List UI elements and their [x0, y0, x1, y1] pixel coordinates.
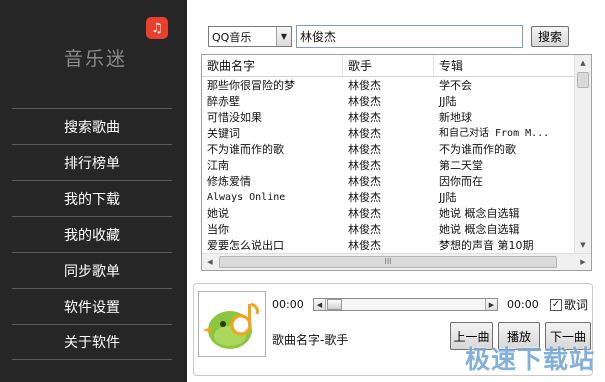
- search-button[interactable]: 搜索: [531, 26, 569, 47]
- sidebar-item-settings[interactable]: 软件设置: [12, 288, 172, 324]
- table-row[interactable]: Always Online 林俊杰 JJ陆: [202, 190, 576, 206]
- album-cell: JJ陆: [439, 95, 457, 108]
- sidebar-item-search[interactable]: 搜索歌曲: [12, 108, 172, 144]
- results-rows: 那些你很冒险的梦 林俊杰 学不会 醉赤壁 林俊杰 JJ陆 可惜没如果 林俊杰 新地球 关键词…: [202, 78, 576, 254]
- artist-cell: 林俊杰: [348, 159, 381, 172]
- chevron-down-icon[interactable]: ▼: [276, 27, 291, 46]
- search-row: QQ音乐 ▼ 搜索: [208, 25, 573, 48]
- table-row[interactable]: 关键词 林俊杰 和自己对话 From M...: [202, 126, 576, 142]
- results-list: 歌曲名字 歌手 专辑 那些你很冒险的梦 林俊杰 学不会 醉赤壁 林俊杰 JJ陆 可惜没如…: [201, 54, 592, 271]
- artist-cell: 林俊杰: [348, 175, 381, 188]
- table-row[interactable]: 那些你很冒险的梦 林俊杰 学不会: [202, 78, 576, 94]
- horizontal-scroll-thumb[interactable]: III: [219, 256, 557, 268]
- table-row[interactable]: 当你 林俊杰 她说 概念自选辑: [202, 222, 576, 238]
- artist-cell: 林俊杰: [348, 143, 381, 156]
- artist-cell: 林俊杰: [348, 191, 381, 204]
- music-note-icon: ♫: [146, 17, 168, 39]
- table-row[interactable]: 不为谁而作的歌 林俊杰 不为谁而作的歌: [202, 142, 576, 158]
- scroll-right-icon[interactable]: ▶: [575, 254, 591, 270]
- song-cell: 那些你很冒险的梦: [207, 79, 295, 92]
- scroll-left-icon[interactable]: ◀: [202, 254, 218, 270]
- bird-music-icon: [198, 291, 266, 357]
- song-cell: 修炼爱情: [207, 175, 251, 188]
- table-row[interactable]: 修炼爱情 林俊杰 因你而在: [202, 174, 576, 190]
- scroll-up-icon[interactable]: ▲: [575, 55, 591, 71]
- album-cell: 学不会: [439, 79, 472, 92]
- progress-slider[interactable]: ◀ ▶: [313, 298, 498, 311]
- table-row[interactable]: 她说 林俊杰 她说 概念自选辑: [202, 206, 576, 222]
- lyrics-label: 歌词: [564, 298, 589, 312]
- horizontal-scrollbar[interactable]: ◀ III ▶: [202, 253, 591, 270]
- table-row[interactable]: 爱要怎么说出口 林俊杰 梦想的声音 第10期: [202, 238, 576, 254]
- source-select-value: QQ音乐: [212, 30, 252, 44]
- artist-cell: 林俊杰: [348, 127, 381, 140]
- song-cell: 醉赤壁: [207, 95, 240, 108]
- lyrics-checkbox[interactable]: ✓: [550, 298, 562, 311]
- album-cell: 她说 概念自选辑: [439, 223, 520, 236]
- lyrics-toggle[interactable]: ✓ 歌词: [550, 296, 588, 313]
- source-select[interactable]: QQ音乐 ▼: [208, 26, 292, 47]
- column-header-artist[interactable]: 歌手: [343, 55, 434, 77]
- album-cell: 新地球: [439, 111, 472, 124]
- table-row[interactable]: 可惜没如果 林俊杰 新地球: [202, 110, 576, 126]
- artist-cell: 林俊杰: [348, 111, 381, 124]
- song-cell: 她说: [207, 207, 229, 220]
- vertical-scroll-thumb[interactable]: [577, 72, 589, 88]
- artist-cell: 林俊杰: [348, 79, 381, 92]
- song-cell: Always Online: [207, 192, 286, 203]
- artist-cell: 林俊杰: [348, 95, 381, 108]
- main-panel: QQ音乐 ▼ 搜索 歌曲名字 歌手 专辑 那些你很冒险的梦林俊杰学不会 醉赤壁林…: [187, 0, 605, 382]
- sidebar: 音乐迷 ♫ 搜索歌曲 排行榜单 我的下载 我的收藏 同步歌单 软件设置 关于软件: [0, 0, 187, 382]
- table-row[interactable]: 醉赤壁 林俊杰 JJ陆: [202, 94, 576, 110]
- app-title: 音乐迷: [64, 48, 128, 70]
- track-label: 歌曲名字-歌手: [272, 333, 349, 347]
- song-cell: 不为谁而作的歌: [207, 143, 284, 156]
- next-button[interactable]: 下一曲: [545, 322, 591, 350]
- sidebar-item-favorites[interactable]: 我的收藏: [12, 216, 172, 252]
- sidebar-item-downloads[interactable]: 我的下载: [12, 180, 172, 216]
- artist-cell: 林俊杰: [348, 239, 381, 252]
- song-cell: 当你: [207, 223, 229, 236]
- artist-cell: 林俊杰: [348, 223, 381, 236]
- prev-button[interactable]: 上一曲: [450, 322, 493, 350]
- progress-knob[interactable]: [327, 299, 342, 310]
- album-cell: 她说 概念自选辑: [439, 207, 520, 220]
- table-row[interactable]: 江南 林俊杰 第二天堂: [202, 158, 576, 174]
- time-total: 00:00: [507, 298, 539, 311]
- sidebar-nav: 搜索歌曲 排行榜单 我的下载 我的收藏 同步歌单 软件设置 关于软件: [12, 108, 172, 360]
- seek-forward-icon[interactable]: ▶: [485, 299, 497, 310]
- song-cell: 关键词: [207, 127, 240, 140]
- play-button[interactable]: 播放: [498, 322, 540, 350]
- vertical-scrollbar[interactable]: ▲ ▼: [574, 55, 591, 253]
- time-current: 00:00: [272, 298, 304, 311]
- seek-back-icon[interactable]: ◀: [314, 299, 326, 310]
- album-cell: JJ陆: [439, 191, 457, 204]
- scroll-down-icon[interactable]: ▼: [575, 237, 591, 253]
- search-input[interactable]: [296, 25, 523, 48]
- album-cell: 不为谁而作的歌: [439, 143, 516, 156]
- album-cell: 梦想的声音 第10期: [439, 239, 534, 252]
- player-panel: 00:00 ◀ ▶ 00:00 ✓ 歌词 歌曲名字-歌手 上一曲 播放 下一曲: [193, 283, 593, 376]
- sidebar-item-sync[interactable]: 同步歌单: [12, 252, 172, 288]
- sidebar-item-about[interactable]: 关于软件: [12, 324, 172, 360]
- song-cell: 可惜没如果: [207, 111, 262, 124]
- results-header: 歌曲名字 歌手 专辑: [202, 55, 576, 77]
- album-cell: 和自己对话 From M...: [439, 128, 550, 139]
- song-cell: 爱要怎么说出口: [207, 239, 284, 252]
- song-cell: 江南: [207, 159, 229, 172]
- column-header-album[interactable]: 专辑: [434, 55, 576, 77]
- sidebar-item-charts[interactable]: 排行榜单: [12, 144, 172, 180]
- album-cell: 因你而在: [439, 175, 483, 188]
- album-cell: 第二天堂: [439, 159, 483, 172]
- artist-cell: 林俊杰: [348, 207, 381, 220]
- column-header-song[interactable]: 歌曲名字: [202, 55, 343, 77]
